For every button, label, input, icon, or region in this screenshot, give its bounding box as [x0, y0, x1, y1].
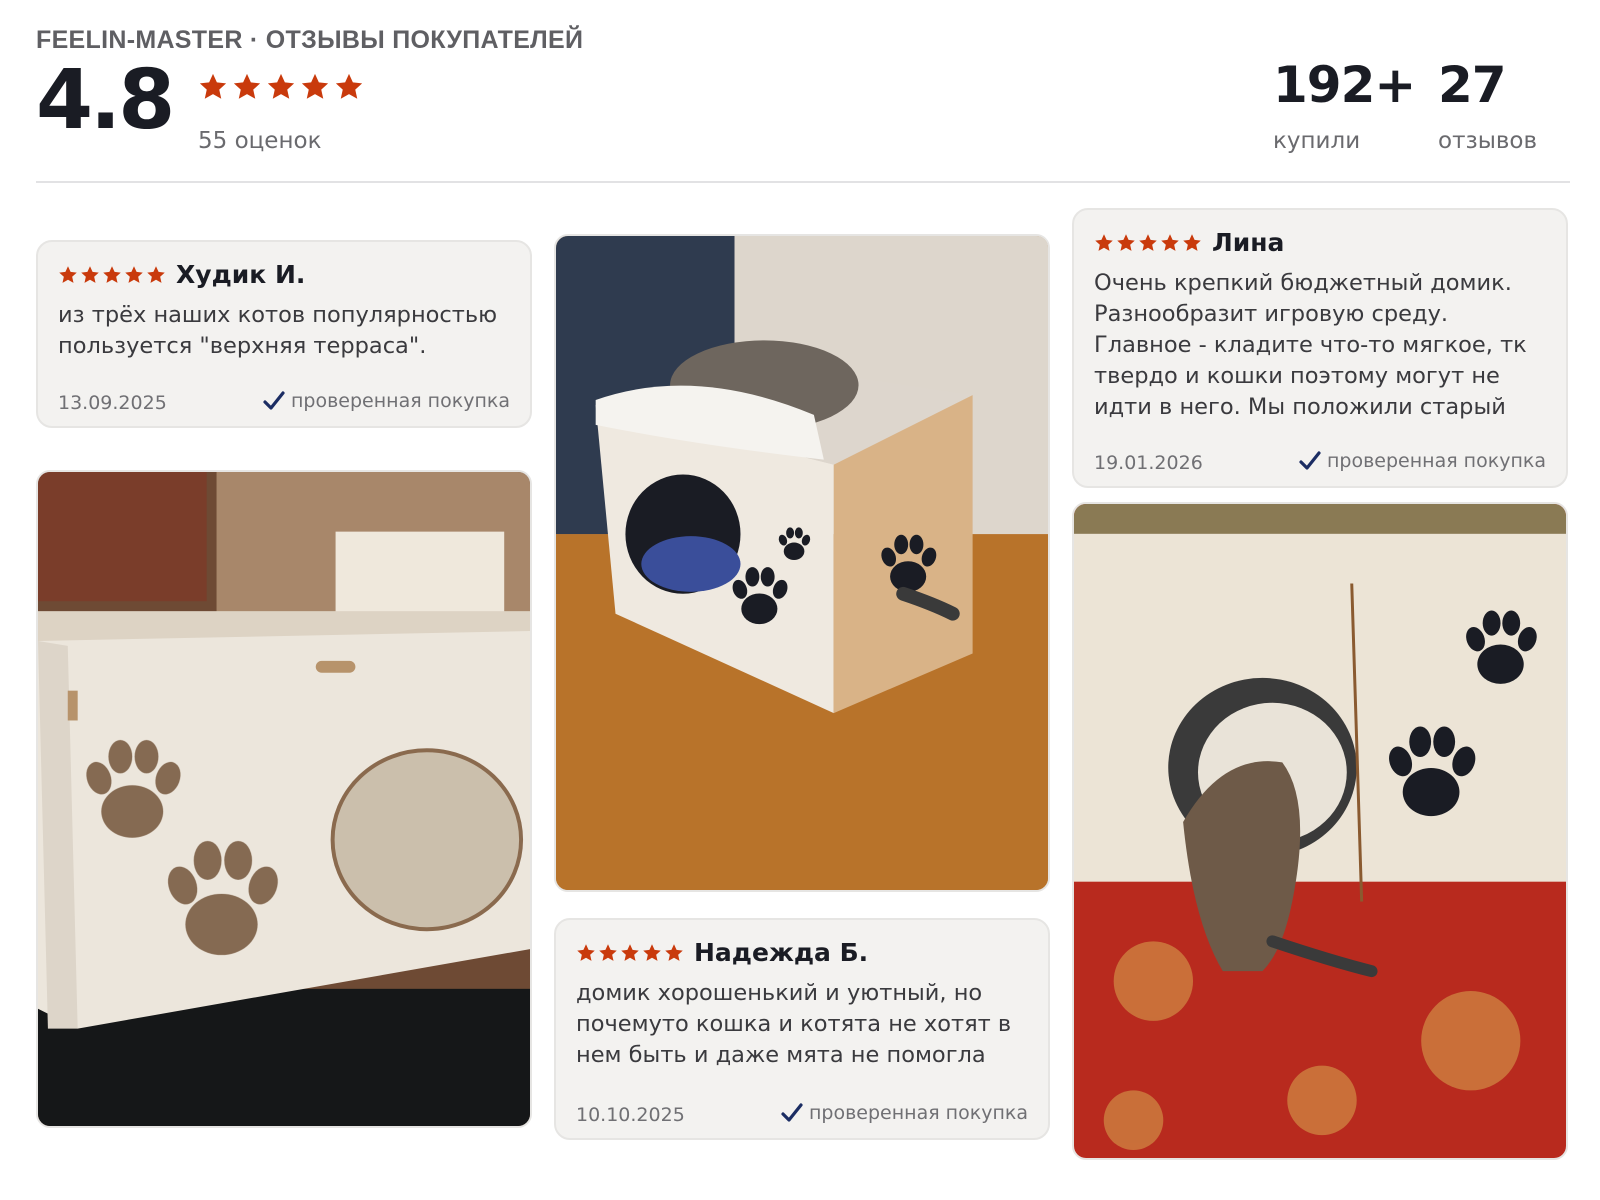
- star-icon: [642, 943, 662, 963]
- bought-stat: 192+ купили: [1273, 56, 1416, 154]
- verified-label: проверенная покупка: [1326, 450, 1546, 472]
- star-icon: [266, 72, 296, 102]
- review-text: из трёх наших котов популярностью пользу…: [58, 302, 498, 359]
- verified-label: проверенная покупка: [808, 1102, 1028, 1124]
- rating-stars: [198, 72, 364, 102]
- star-icon: [198, 72, 228, 102]
- review-stars: [1094, 233, 1202, 253]
- star-icon: [334, 72, 364, 102]
- star-icon: [1160, 233, 1180, 253]
- review-date: 10.10.2025: [576, 1104, 685, 1126]
- review-author: Надежда Б.: [694, 938, 869, 967]
- star-icon: [1116, 233, 1136, 253]
- header-divider: [36, 181, 1570, 183]
- photo-kitten-entering-house[interactable]: [1072, 502, 1568, 1160]
- reviews-stat: 27 отзывов: [1438, 60, 1537, 154]
- review-card[interactable]: Худик И. из трёх наших котов популярност…: [36, 240, 532, 428]
- bought-value: 192+: [1273, 56, 1416, 114]
- review-date: 13.09.2025: [58, 392, 167, 414]
- star-icon: [598, 943, 618, 963]
- star-icon: [576, 943, 596, 963]
- review-header: Худик И.: [58, 260, 305, 289]
- star-icon: [620, 943, 640, 963]
- star-icon: [664, 943, 684, 963]
- star-icon: [1182, 233, 1202, 253]
- verified-purchase: проверенная покупка: [781, 1102, 1028, 1124]
- average-rating: 4.8: [36, 53, 175, 148]
- star-icon: [58, 265, 78, 285]
- reviews-value: 27: [1438, 56, 1507, 114]
- check-icon: [1299, 451, 1321, 471]
- cat-house-photo-icon: [1074, 504, 1566, 1158]
- review-author: Лина: [1212, 228, 1285, 257]
- ratings-count: 55 оценок: [198, 128, 322, 154]
- cat-house-photo-icon: [38, 472, 530, 1126]
- check-icon: [781, 1103, 803, 1123]
- review-card[interactable]: Лина Очень крепкий бюджетный домик. Разн…: [1072, 208, 1568, 488]
- review-text: домик хорошенький и уютный, но почемуто …: [576, 980, 1012, 1068]
- star-icon: [232, 72, 262, 102]
- star-icon: [102, 265, 122, 285]
- review-stars: [58, 265, 166, 285]
- photo-cat-house-paws-light[interactable]: [36, 470, 532, 1128]
- cat-house-photo-icon: [556, 236, 1048, 890]
- verified-purchase: проверенная покупка: [1299, 450, 1546, 472]
- star-icon: [146, 265, 166, 285]
- star-icon: [300, 72, 330, 102]
- review-header: Надежда Б.: [576, 938, 868, 967]
- review-stars: [576, 943, 684, 963]
- star-icon: [1094, 233, 1114, 253]
- review-author: Худик И.: [176, 260, 306, 289]
- reviews-header: FEELIN-MASTER · ОТЗЫВЫ ПОКУПАТЕЛЕЙ 4.8 5…: [36, 0, 1570, 182]
- reviews-label: отзывов: [1438, 128, 1538, 154]
- star-icon: [80, 265, 100, 285]
- check-icon: [263, 391, 285, 411]
- verified-label: проверенная покупка: [290, 390, 510, 412]
- review-date: 19.01.2026: [1094, 452, 1203, 474]
- store-title: FEELIN-MASTER · ОТЗЫВЫ ПОКУПАТЕЛЕЙ: [36, 26, 584, 54]
- review-card[interactable]: Надежда Б. домик хорошенький и уютный, н…: [554, 918, 1050, 1140]
- review-text: Очень крепкий бюджетный домик. Разнообра…: [1094, 270, 1527, 420]
- star-icon: [124, 265, 144, 285]
- photo-cat-sleeping-on-roof[interactable]: [554, 234, 1050, 892]
- verified-purchase: проверенная покупка: [263, 390, 510, 412]
- bought-label: купили: [1273, 128, 1361, 154]
- star-icon: [1138, 233, 1158, 253]
- review-header: Лина: [1094, 228, 1284, 257]
